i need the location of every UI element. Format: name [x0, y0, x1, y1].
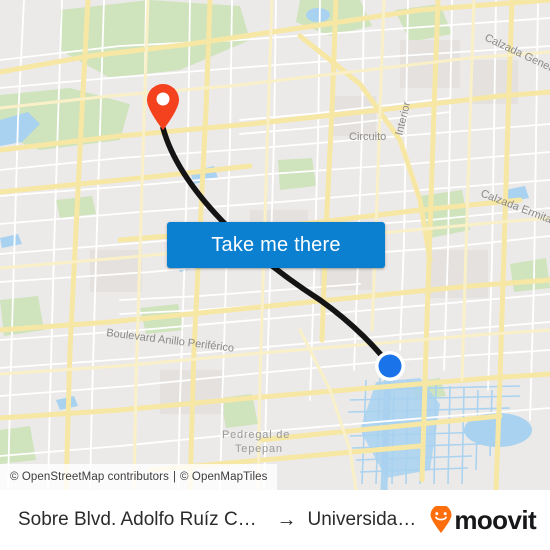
moovit-pin-icon	[430, 506, 452, 533]
attribution-maptiles[interactable]: © OpenMapTiles	[180, 471, 267, 483]
moovit-route-preview: Calzada Gener Circuito Interior Calzada …	[0, 0, 550, 550]
attribution-osm[interactable]: © OpenStreetMap contributors	[10, 471, 169, 483]
take-me-there-button[interactable]: Take me there	[167, 222, 385, 268]
map-label-circuito: Circuito	[349, 131, 386, 143]
attribution-separator: |	[172, 471, 177, 483]
moovit-wordmark: moovit	[454, 505, 536, 535]
destination-dot[interactable]	[375, 351, 405, 381]
destination-label[interactable]: Universidad P…	[307, 509, 420, 531]
bottom-bar: Sobre Blvd. Adolfo Ruíz Cortines … → Uni…	[0, 490, 550, 550]
map-label-pedregal-line1: Pedregal de	[222, 429, 290, 441]
moovit-logo[interactable]: moovit	[428, 505, 537, 535]
map-label-pedregal-line2: Tepepan	[235, 443, 283, 455]
map-attribution: © OpenStreetMap contributors | © OpenMap…	[0, 464, 278, 490]
route-summary: Sobre Blvd. Adolfo Ruíz Cortines … → Uni…	[18, 509, 420, 531]
origin-label[interactable]: Sobre Blvd. Adolfo Ruíz Cortines …	[18, 509, 265, 531]
arrow-right-icon: →	[276, 509, 297, 531]
